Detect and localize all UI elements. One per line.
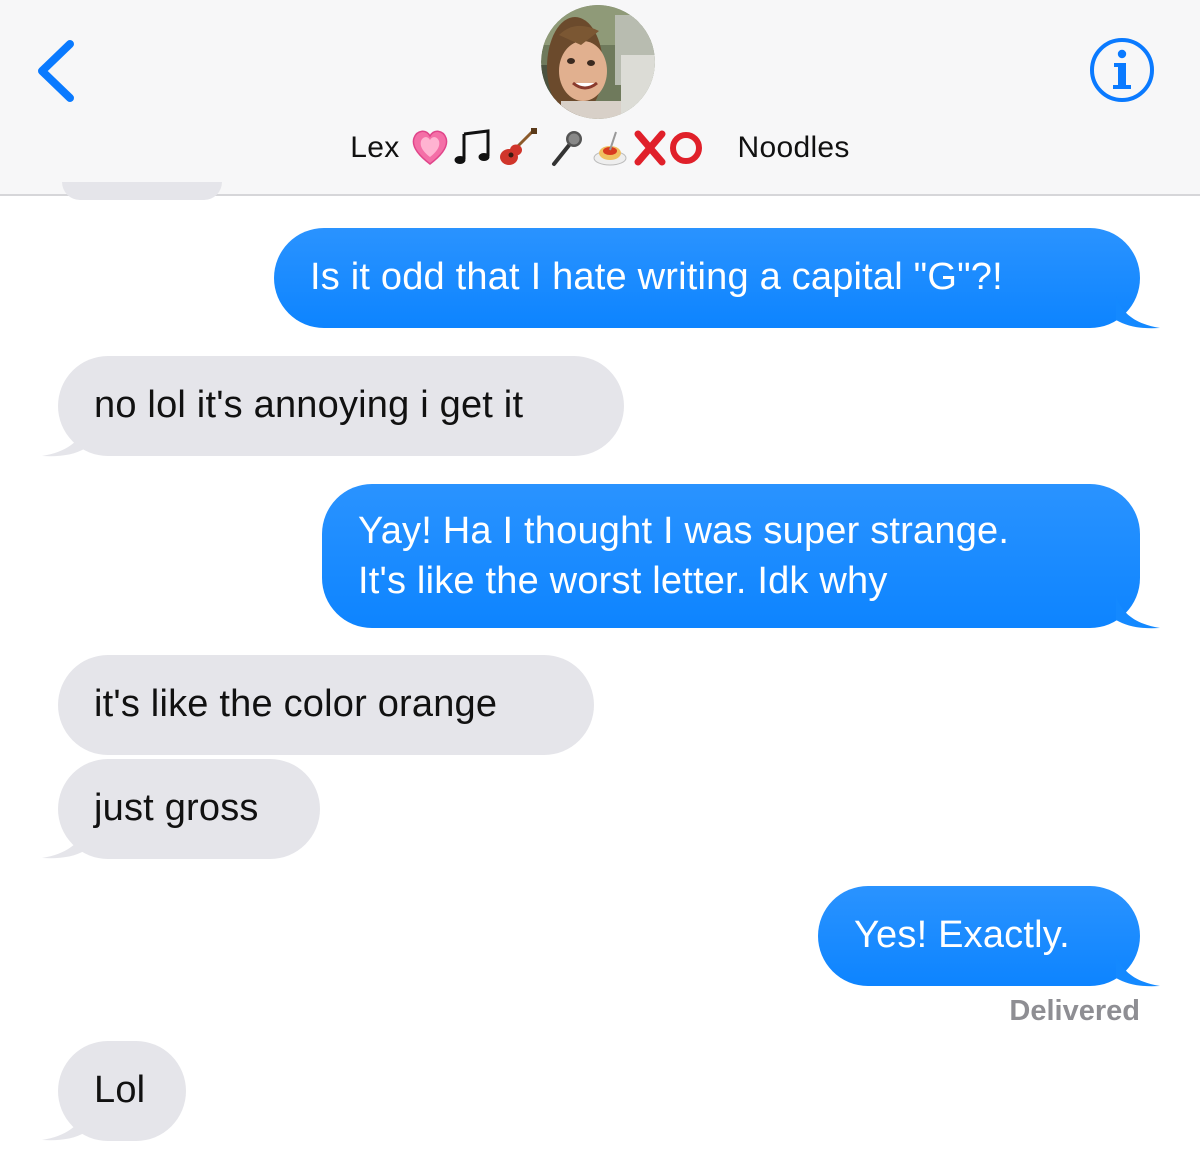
incoming-message[interactable]: it's like the color orange: [58, 655, 594, 755]
emoji-strip: [412, 128, 702, 166]
bubble-tail: [42, 424, 86, 457]
outgoing-message[interactable]: Is it odd that I hate writing a capital …: [274, 228, 1140, 328]
contact-avatar[interactable]: [541, 5, 655, 119]
hollow-circle-icon: [669, 132, 702, 164]
delivered-status: Delivered: [1009, 995, 1140, 1027]
message-text: just gross: [94, 787, 259, 829]
growing-heart-icon: [412, 130, 447, 165]
bubble-tail: [1116, 954, 1160, 987]
back-chevron-icon[interactable]: [30, 38, 80, 104]
guitar-icon: [499, 128, 537, 165]
message-text: no lol it's annoying i get it: [94, 384, 524, 426]
message-text: it's like the color orange: [94, 683, 498, 725]
spaghetti-icon: [593, 131, 627, 166]
bubble-tail: [42, 1108, 86, 1141]
previous-message-peek: [62, 182, 222, 200]
message-text: Lol: [94, 1069, 146, 1111]
message-line: Yay! Ha I thought I was super strange.: [358, 510, 1010, 552]
microphone-icon: [551, 131, 582, 166]
message-text: Is it odd that I hate writing a capital …: [310, 256, 1003, 298]
bubble-tail: [1116, 296, 1160, 329]
contact-first-name: Lex: [350, 131, 400, 164]
message-line: It's like the worst letter. Idk why: [358, 560, 888, 602]
incoming-message[interactable]: no lol it's annoying i get it: [58, 356, 624, 456]
outgoing-message[interactable]: Yes! Exactly.: [818, 886, 1140, 986]
message-text: Yes! Exactly.: [854, 914, 1070, 956]
outgoing-message[interactable]: Yay! Ha I thought I was super strange. I…: [322, 484, 1140, 628]
bubble-tail: [1116, 596, 1160, 629]
incoming-message[interactable]: just gross: [58, 759, 320, 859]
music-notes-icon: [454, 129, 490, 164]
cross-mark-icon: [634, 130, 666, 166]
bubble-tail: [42, 826, 86, 859]
contact-title[interactable]: Lex Noodles: [0, 126, 1200, 170]
contact-last-name: Noodles: [737, 131, 850, 164]
info-icon[interactable]: [1088, 36, 1156, 104]
conversation-header: Lex Noodles: [0, 0, 1200, 196]
